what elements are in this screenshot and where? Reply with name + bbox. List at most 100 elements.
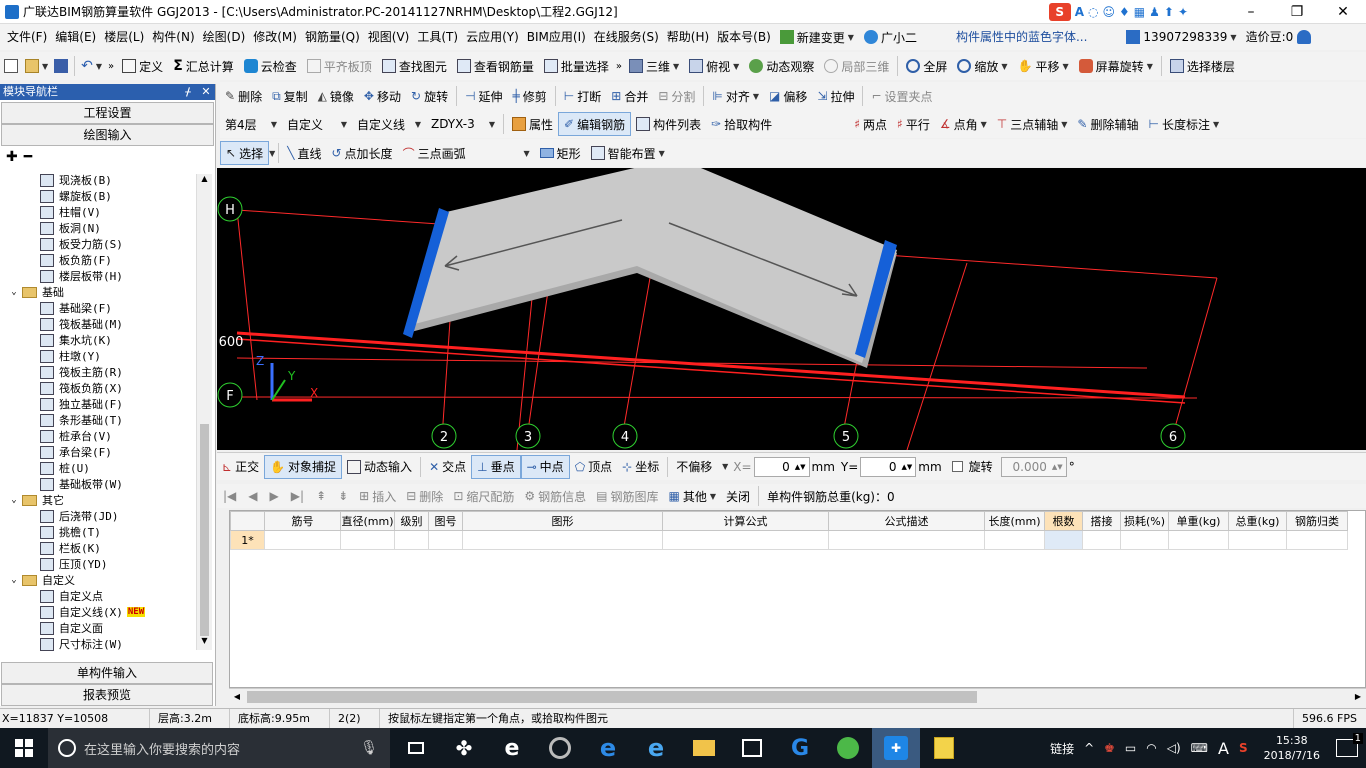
col-lap[interactable]: 搭接 [1082, 511, 1121, 531]
tree-item[interactable]: 基础梁(F) [4, 300, 196, 316]
tree-item[interactable]: 承台梁(F) [4, 444, 196, 460]
delete-button[interactable]: ✎ 删除 [220, 84, 267, 108]
beans-balance[interactable]: 造价豆:0 [1242, 24, 1298, 50]
taskbar-app-glodon[interactable]: G [776, 728, 824, 768]
table-cell[interactable] [428, 530, 463, 550]
break-button[interactable]: ⊢ 打断 [559, 84, 606, 108]
tree-item[interactable]: 压顶(YD) [4, 556, 196, 572]
move-down-button[interactable]: ⇟ [332, 484, 354, 508]
table-cell[interactable] [462, 530, 663, 550]
split-button[interactable]: ⊟ 分割 [653, 84, 700, 108]
taskbar-app-edge[interactable]: e [584, 728, 632, 768]
y-offset-input[interactable]: 0 ▲▼ [860, 456, 917, 477]
tray-network-icon[interactable]: ◠ [1146, 741, 1156, 755]
microphone-icon[interactable]: 🎙 [360, 740, 378, 756]
table-cell[interactable] [264, 530, 341, 550]
x-offset-input[interactable]: 0 ▲▼ [753, 456, 810, 477]
insert-row-button[interactable]: ⊞ 插入 [354, 484, 401, 508]
align-slab-top-button[interactable]: 平齐板顶 [302, 54, 377, 78]
tree-scrollbar[interactable]: ▲ ▼ [196, 174, 212, 650]
two-point-axis-button[interactable]: ♯ 两点 [849, 112, 892, 136]
rebar-table[interactable]: 筋号 直径(mm) 级别 图号 图形 计算公式 公式描述 长度(mm) 根数 搭… [229, 510, 1366, 688]
menu-help[interactable]: 帮助(H) [663, 24, 713, 50]
snap-midpoint-toggle[interactable]: ⊸ 中点 [520, 454, 570, 479]
3d-view-button[interactable]: 三维 ▼ [624, 54, 684, 78]
tree-folder[interactable]: ⌄ 基础 [4, 284, 196, 300]
find-element-button[interactable]: 查找图元 [377, 54, 452, 78]
menu-cloud[interactable]: 云应用(Y) [462, 24, 523, 50]
table-cell[interactable] [1120, 530, 1169, 550]
table-cell[interactable] [1286, 530, 1348, 550]
smart-layout-button[interactable]: 智能布置 ▼ [586, 141, 670, 165]
menu-draw[interactable]: 绘图(D) [199, 24, 250, 50]
tree-item[interactable]: 筏板基础(M) [4, 316, 196, 332]
table-cell[interactable] [394, 530, 429, 550]
menu-file[interactable]: 文件(F) [3, 24, 51, 50]
slab-top[interactable] [407, 168, 897, 363]
tree-item[interactable]: 板负筋(F) [4, 252, 196, 268]
rebar-library-button[interactable]: ▤ 钢筋图库 [591, 484, 663, 508]
tree-item[interactable]: 桩承台(V) [4, 428, 196, 444]
menu-edit[interactable]: 编辑(E) [51, 24, 100, 50]
undo-button[interactable]: ↶ ▼ [78, 54, 105, 78]
rotate-input[interactable]: 0.000 ▲▼ [1000, 456, 1067, 477]
rotate-button[interactable]: ↻ 旋转 [406, 84, 453, 108]
other-button[interactable]: ▦ 其他 ▼ [664, 484, 722, 508]
ime-tools-icon[interactable]: ✦ [1178, 5, 1188, 19]
expand-all-icon[interactable]: ✚ [6, 149, 18, 165]
close-icon[interactable]: ✕ [197, 84, 215, 100]
ortho-toggle[interactable]: ⊾ 正交 [217, 455, 264, 479]
col-loss[interactable]: 损耗(%) [1120, 511, 1169, 531]
tray-volume-icon[interactable]: ◁) [1167, 741, 1181, 755]
tree-item[interactable]: 尺寸标注(W) [4, 636, 196, 652]
rotate-checkbox[interactable] [951, 461, 963, 472]
chevron-down-icon[interactable]: ⌄ [8, 495, 20, 505]
select-tool-button[interactable]: ↖ 选择 [220, 141, 270, 165]
snap-intersection-toggle[interactable]: ✕ 交点 [424, 455, 471, 479]
object-snap-toggle[interactable]: ✋ 对象捕捉 [264, 454, 343, 479]
tray-app-icon[interactable]: ♚ [1104, 741, 1115, 755]
subtype-select[interactable]: 自定义线 ▼ [352, 112, 426, 136]
tree-item[interactable]: 自定义点 [4, 588, 196, 604]
local-3d-button[interactable]: 局部三维 [819, 54, 894, 78]
summary-calc-button[interactable]: Σ 汇总计算 [168, 54, 239, 78]
offset-button[interactable]: ◪ 偏移 [764, 84, 812, 108]
tree-item[interactable]: 后浇带(JD) [4, 508, 196, 524]
menu-tools[interactable]: 工具(T) [413, 24, 462, 50]
drawing-input-button[interactable]: 绘图输入 [1, 124, 214, 146]
tray-keyboard-icon[interactable]: ⌨ [1191, 741, 1208, 755]
hscroll-thumb[interactable] [247, 690, 977, 703]
move-up-button[interactable]: ⇞ [310, 484, 332, 508]
table-cell[interactable] [828, 530, 985, 550]
batch-select-button[interactable]: 批量选择 [539, 54, 614, 78]
row-header-cell[interactable]: 1* [230, 530, 265, 550]
set-grip-button[interactable]: ⌐ 设置夹点 [866, 84, 937, 108]
table-cell[interactable] [1082, 530, 1121, 550]
close-grid-button[interactable]: 关闭 [721, 484, 755, 508]
toolbar-overflow[interactable]: » [105, 54, 117, 78]
ime-voice-icon[interactable]: ♦ [1119, 5, 1130, 19]
collapse-all-icon[interactable]: ━ [24, 149, 32, 165]
col-unit-weight[interactable]: 单重(kg) [1168, 511, 1229, 531]
point-angle-button[interactable]: ∡ 点角 ▼ [935, 112, 992, 136]
tree-item[interactable]: 柱帽(V) [4, 204, 196, 220]
ime-emoji-icon[interactable]: ☺ [1102, 5, 1115, 19]
cloud-check-button[interactable]: 云检查 [239, 54, 302, 78]
trim-button[interactable]: ╪ 修剪 [508, 84, 552, 108]
project-settings-button[interactable]: 工程设置 [1, 102, 214, 124]
top-view-button[interactable]: 俯视 ▼ [684, 54, 744, 78]
length-dim-button[interactable]: ⊢ 长度标注 ▼ [1143, 112, 1224, 136]
snap-perpendicular-toggle[interactable]: ⊥ 垂点 [471, 454, 521, 479]
ime-upload-icon[interactable]: ⬆ [1164, 5, 1174, 19]
screen-rotate-button[interactable]: 屏幕旋转 ▼ [1074, 54, 1158, 78]
move-button[interactable]: ✥ 移动 [359, 84, 406, 108]
delete-axis-button[interactable]: ✎ 删除辅轴 [1072, 112, 1143, 136]
tree-item[interactable]: 栏板(K) [4, 540, 196, 556]
single-component-input-button[interactable]: 单构件输入 [1, 662, 213, 684]
tree-item[interactable]: 螺旋板(B) [4, 188, 196, 204]
tray-clock[interactable]: 15:38 2018/7/16 [1264, 733, 1320, 763]
tree-item[interactable]: 板洞(N) [4, 220, 196, 236]
scroll-left-icon[interactable]: ◀ [229, 692, 245, 701]
minimize-button[interactable]: – [1228, 0, 1274, 24]
hint-link[interactable]: 构件属性中的蓝色字体... [952, 24, 1091, 50]
